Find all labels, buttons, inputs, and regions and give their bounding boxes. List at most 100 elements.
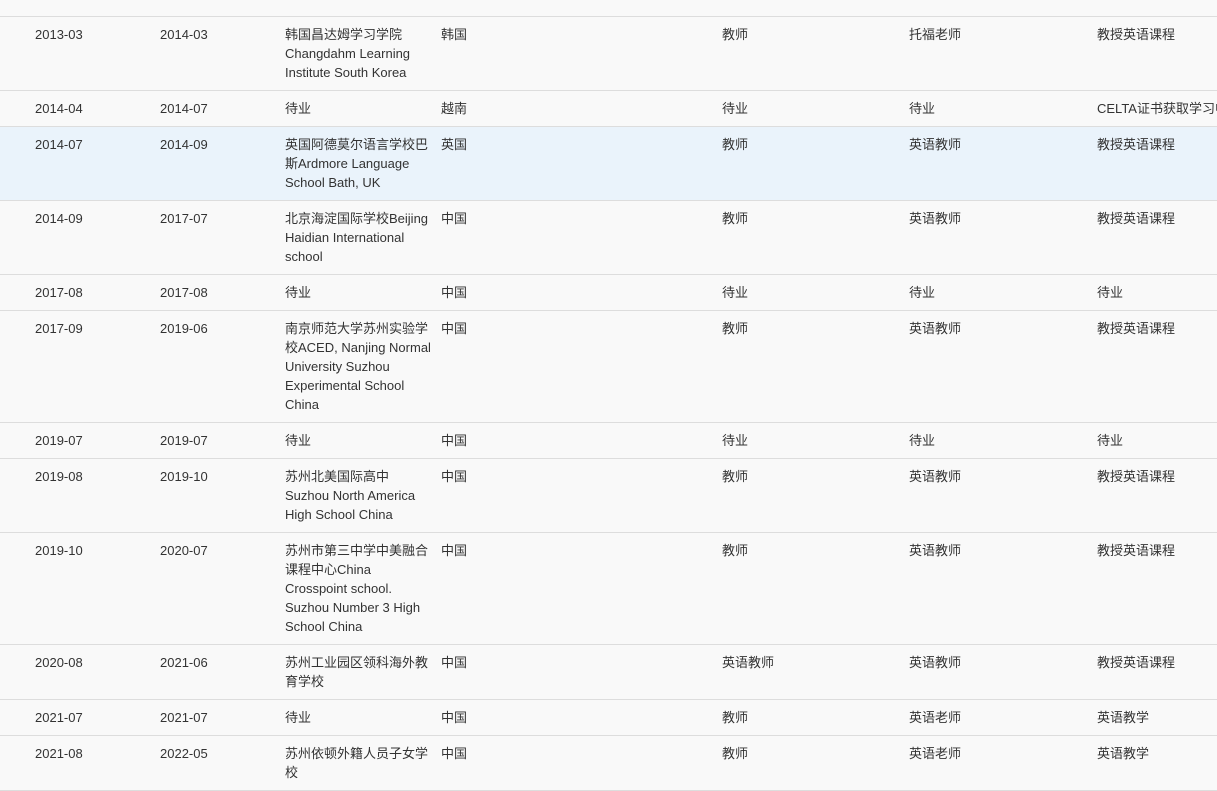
end-date-cell: 2014-07 bbox=[160, 100, 208, 116]
table-row: 2017-08 2017-08 待业 中国 待业 待业 待业 bbox=[0, 274, 1217, 310]
table-row-hovered: 2014-07 2014-09 英国阿德莫尔语言学校巴斯Ardmore Lang… bbox=[0, 126, 1217, 200]
start-date-cell: 2014-09 bbox=[35, 210, 83, 226]
end-date-cell: 2020-07 bbox=[160, 542, 208, 558]
position-cell bbox=[722, 0, 909, 16]
duty-cell: 教授英语课程 bbox=[1097, 542, 1176, 558]
organization-cell: 苏州北美国际高中 Suzhou North America High Schoo… bbox=[285, 468, 416, 522]
organization-cell: 苏州市第三中学中美融合课程中心China Crosspoint school. … bbox=[285, 542, 429, 634]
title-cell: 英语教师 bbox=[909, 210, 962, 226]
country-cell: 英国 bbox=[441, 136, 468, 152]
organization-cell: 待业 bbox=[285, 709, 312, 725]
position-cell: 教师 bbox=[722, 709, 749, 725]
country-cell: 中国 bbox=[441, 468, 468, 484]
end-date-cell: 2021-06 bbox=[160, 654, 208, 670]
position-cell: 英语教师 bbox=[722, 654, 775, 670]
duty-cell: 英语教学 bbox=[1097, 709, 1150, 725]
start-date-cell: 2021-08 bbox=[35, 745, 83, 761]
duty-cell: 教授英语课程 bbox=[1097, 654, 1176, 670]
end-date-cell: 2014-03 bbox=[160, 26, 208, 42]
organization-cell: 英国阿德莫尔语言学校巴斯Ardmore Language School Bath… bbox=[285, 136, 429, 190]
title-cell: 英语老师 bbox=[909, 745, 962, 761]
start-date-cell: 2014-04 bbox=[35, 100, 83, 116]
end-date-cell: 2019-07 bbox=[160, 432, 208, 448]
organization-cell: 待业 bbox=[285, 100, 312, 116]
organization-cell: 韩国昌达姆学习学院Changdahm Learning Institute So… bbox=[285, 26, 411, 80]
country-cell: 中国 bbox=[441, 654, 468, 670]
country-cell: 中国 bbox=[441, 210, 468, 226]
position-cell: 教师 bbox=[722, 468, 749, 484]
end-date-cell: 2017-08 bbox=[160, 284, 208, 300]
country-cell bbox=[441, 0, 722, 16]
table-row: 2020-08 2021-06 苏州工业园区领科海外教育学校 中国 英语教师 英… bbox=[0, 644, 1217, 699]
duty-cell: 待业 bbox=[1097, 284, 1124, 300]
table-row: 2019-07 2019-07 待业 中国 待业 待业 待业 bbox=[0, 422, 1217, 458]
end-date-cell: 2022-05 bbox=[160, 745, 208, 761]
country-cell: 中国 bbox=[441, 709, 468, 725]
organization-cell: 苏州工业园区领科海外教育学校 bbox=[285, 654, 429, 689]
country-cell: 中国 bbox=[441, 432, 468, 448]
start-date-cell: 2021-07 bbox=[35, 709, 83, 725]
organization-cell: 北京海淀国际学校Beijing Haidian International sc… bbox=[285, 210, 429, 264]
duty-cell: 教授英语课程 bbox=[1097, 136, 1176, 152]
start-date-cell: 2019-07 bbox=[35, 432, 83, 448]
start-date-cell: 2019-10 bbox=[35, 542, 83, 558]
title-cell bbox=[909, 0, 1097, 16]
position-cell: 待业 bbox=[722, 432, 749, 448]
table-row: 2019-08 2019-10 苏州北美国际高中 Suzhou North Am… bbox=[0, 458, 1217, 532]
country-cell: 中国 bbox=[441, 542, 468, 558]
table-row: 2014-04 2014-07 待业 越南 待业 待业 CELTA证书获取学习中 bbox=[0, 90, 1217, 126]
position-cell: 教师 bbox=[722, 745, 749, 761]
start-date-cell: 2014-07 bbox=[35, 136, 83, 152]
end-date-cell: 2019-10 bbox=[160, 468, 208, 484]
duty-cell bbox=[1097, 0, 1217, 16]
position-cell: 教师 bbox=[722, 320, 749, 336]
table-row: 2013-03 2014-03 韩国昌达姆学习学院Changdahm Learn… bbox=[0, 16, 1217, 90]
duty-cell: 教授英语课程 bbox=[1097, 468, 1176, 484]
end-date-cell: 2014-09 bbox=[160, 136, 208, 152]
title-cell: 英语教师 bbox=[909, 654, 962, 670]
position-cell: 教师 bbox=[722, 542, 749, 558]
work-history-table: South Korea 2013-03 2014-03 韩国昌达姆学习学院Cha… bbox=[0, 0, 1217, 791]
end-date-cell bbox=[160, 0, 285, 16]
position-cell: 待业 bbox=[722, 284, 749, 300]
country-cell: 中国 bbox=[441, 745, 468, 761]
title-cell: 待业 bbox=[909, 100, 936, 116]
table-row: 2014-09 2017-07 北京海淀国际学校Beijing Haidian … bbox=[0, 200, 1217, 274]
organization-cell: 南京师范大学苏州实验学校ACED, Nanjing Normal Univers… bbox=[285, 320, 431, 412]
start-date-cell: 2017-08 bbox=[35, 284, 83, 300]
title-cell: 待业 bbox=[909, 284, 936, 300]
table-row: South Korea bbox=[0, 0, 1217, 16]
end-date-cell: 2021-07 bbox=[160, 709, 208, 725]
end-date-cell: 2017-07 bbox=[160, 210, 208, 226]
start-date-cell bbox=[0, 0, 160, 16]
position-cell: 教师 bbox=[722, 136, 749, 152]
duty-cell: 教授英语课程 bbox=[1097, 26, 1176, 42]
position-cell: 教师 bbox=[722, 26, 749, 42]
country-cell: 中国 bbox=[441, 284, 468, 300]
country-cell: 越南 bbox=[441, 100, 468, 116]
end-date-cell: 2019-06 bbox=[160, 320, 208, 336]
duty-cell: CELTA证书获取学习中 bbox=[1097, 100, 1217, 116]
position-cell: 待业 bbox=[722, 100, 749, 116]
title-cell: 英语教师 bbox=[909, 468, 962, 484]
start-date-cell: 2020-08 bbox=[35, 654, 83, 670]
duty-cell: 英语教学 bbox=[1097, 745, 1150, 761]
duty-cell: 教授英语课程 bbox=[1097, 320, 1176, 336]
start-date-cell: 2013-03 bbox=[35, 26, 83, 42]
organization-cell: 待业 bbox=[285, 432, 312, 448]
title-cell: 英语教师 bbox=[909, 542, 962, 558]
table-row: 2019-10 2020-07 苏州市第三中学中美融合课程中心China Cro… bbox=[0, 532, 1217, 644]
country-cell: 韩国 bbox=[441, 26, 468, 42]
title-cell: 英语教师 bbox=[909, 320, 962, 336]
table-body: South Korea 2013-03 2014-03 韩国昌达姆学习学院Cha… bbox=[0, 0, 1217, 790]
duty-cell: 待业 bbox=[1097, 432, 1124, 448]
title-cell: 托福老师 bbox=[909, 26, 962, 42]
organization-cell: 待业 bbox=[285, 284, 312, 300]
organization-cell: 苏州依顿外籍人员子女学校 bbox=[285, 745, 429, 780]
title-cell: 英语老师 bbox=[909, 709, 962, 725]
table-row: 2021-08 2022-05 苏州依顿外籍人员子女学校 中国 教师 英语老师 … bbox=[0, 735, 1217, 790]
start-date-cell: 2017-09 bbox=[35, 320, 83, 336]
work-history-table-container: South Korea 2013-03 2014-03 韩国昌达姆学习学院Cha… bbox=[0, 0, 1217, 791]
organization-cell: South Korea bbox=[285, 0, 441, 16]
table-row: 2021-07 2021-07 待业 中国 教师 英语老师 英语教学 bbox=[0, 699, 1217, 735]
